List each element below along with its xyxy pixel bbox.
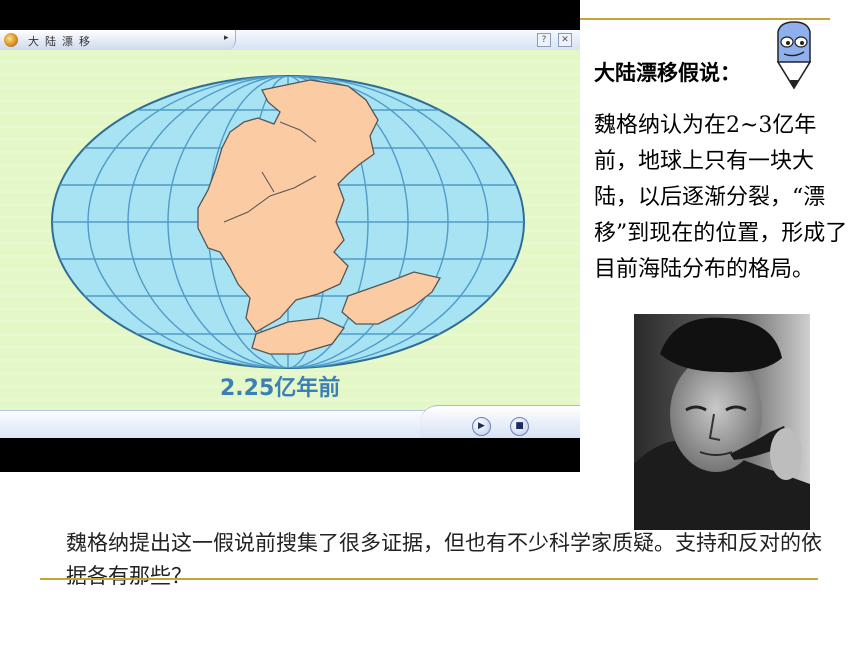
discussion-question: 魏格纳提出这一假说前搜集了很多证据，但也有不少科学家质疑。支持和反对的依据各有那… [66,531,822,588]
help-button[interactable]: ? [537,33,551,47]
flash-player: 大陆漂移 ▸ ? ✕ 2.25亿年前 ▶ ■ [0,30,580,438]
play-button[interactable]: ▶ [472,417,491,436]
slide-body-text: 魏格纳认为在2~3亿年前，地球上只有一块大陆，以后逐渐分裂，“漂移”到现在的位置… [594,113,848,282]
player-title: 大陆漂移 [28,35,96,48]
close-button[interactable]: ✕ [558,33,572,47]
controls-panel [420,405,580,438]
globe-icon [4,33,18,47]
stop-button[interactable]: ■ [510,417,529,436]
player-controls: ▶ ■ [0,405,580,438]
wegener-portrait-photo [634,314,810,530]
black-bar-top [0,0,580,30]
geologic-date-label: 2.25亿年前 [220,376,341,401]
player-titlebar: 大陆漂移 ▸ ? ✕ [0,30,580,51]
slide-heading: 大陆漂移假说： [594,61,741,85]
pencil-mascot-icon [776,21,812,90]
menu-arrow-icon[interactable]: ▸ [224,33,229,43]
world-map [51,75,525,369]
player-title-tab: 大陆漂移 ▸ [0,30,236,50]
footer-rule [40,578,818,580]
black-bar-bottom [0,438,580,472]
